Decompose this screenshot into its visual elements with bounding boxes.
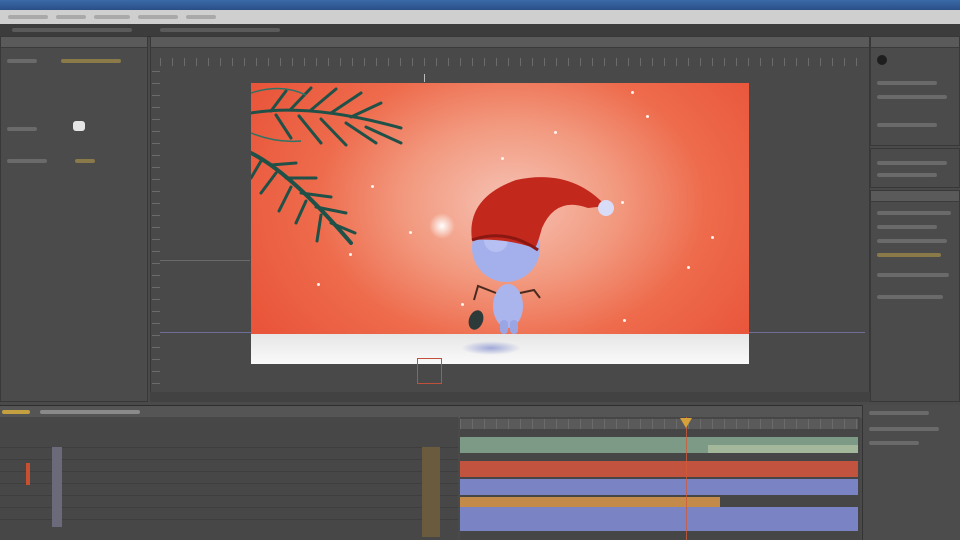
toolbar-tools[interactable] <box>160 28 280 32</box>
snowman-character-icon <box>468 177 614 342</box>
layer-row[interactable] <box>0 509 458 520</box>
bokeh-light <box>429 213 455 239</box>
horizontal-ruler <box>160 58 860 66</box>
layer-bar[interactable] <box>460 461 858 477</box>
info-panel <box>870 36 960 146</box>
panel-value[interactable] <box>75 159 95 163</box>
menu-item[interactable] <box>94 15 130 19</box>
anchor-marker[interactable] <box>424 74 425 82</box>
effects-item[interactable] <box>877 211 951 215</box>
layer-label-icons <box>52 447 62 527</box>
guide-line[interactable] <box>160 260 250 261</box>
layer-bar[interactable] <box>460 479 858 495</box>
panel-text <box>869 411 929 415</box>
menu-item[interactable] <box>138 15 178 19</box>
effects-item[interactable] <box>877 253 941 257</box>
paragraph-panel <box>862 405 960 540</box>
timeline-tab[interactable] <box>40 410 140 414</box>
layer-row[interactable] <box>0 437 458 448</box>
project-panel-header[interactable] <box>1 37 147 48</box>
pine-branch-icon <box>251 86 403 245</box>
menu-bar[interactable] <box>0 10 960 24</box>
effects-item[interactable] <box>877 225 937 229</box>
effects-item[interactable] <box>877 273 949 277</box>
preview-controls[interactable] <box>877 173 937 177</box>
info-text <box>877 81 937 85</box>
preview-controls[interactable] <box>877 161 947 165</box>
info-text <box>877 95 947 99</box>
effects-item[interactable] <box>877 239 947 243</box>
layer-color-label[interactable] <box>26 463 30 485</box>
effects-item[interactable] <box>877 295 943 299</box>
layer-row[interactable] <box>0 473 458 484</box>
snowman-reflection <box>461 341 521 355</box>
viewer-header[interactable] <box>151 37 869 48</box>
composition-frame[interactable] <box>251 83 749 364</box>
preview-panel <box>870 148 960 188</box>
layer-row[interactable] <box>0 449 458 460</box>
panel-label <box>7 127 37 131</box>
vertical-ruler <box>152 66 160 396</box>
selection-box[interactable] <box>417 358 442 384</box>
color-swatch-icon <box>877 55 887 65</box>
menu-item[interactable] <box>8 15 48 19</box>
effects-panel-header[interactable] <box>871 191 959 202</box>
menu-item[interactable] <box>56 15 86 19</box>
toolbar-tools[interactable] <box>12 28 132 32</box>
panel-text <box>869 427 939 431</box>
panel-label <box>7 59 37 63</box>
title-bar <box>0 0 960 10</box>
effects-panel <box>870 190 960 402</box>
info-text <box>877 123 937 127</box>
layer-row[interactable] <box>0 497 458 508</box>
timeline-tracks[interactable] <box>460 417 860 540</box>
panel-value[interactable] <box>61 59 121 63</box>
project-panel <box>0 36 148 402</box>
layer-bar[interactable] <box>708 445 858 453</box>
panel-label <box>7 159 47 163</box>
panel-text <box>869 441 919 445</box>
layer-row[interactable] <box>0 461 458 472</box>
timeline-playhead[interactable] <box>686 417 687 540</box>
timeline-tab[interactable] <box>2 410 30 414</box>
panel-preview-icon <box>73 121 85 131</box>
layer-row[interactable] <box>0 485 458 496</box>
layer-mode-column[interactable] <box>422 447 440 537</box>
layer-bar[interactable] <box>460 497 720 507</box>
menu-item[interactable] <box>186 15 216 19</box>
timeline-ruler[interactable] <box>460 419 858 429</box>
info-panel-header[interactable] <box>871 37 959 48</box>
timeline-layer-list <box>0 417 458 540</box>
viewer-footer-controls[interactable] <box>150 392 870 402</box>
layer-bar[interactable] <box>460 507 858 531</box>
